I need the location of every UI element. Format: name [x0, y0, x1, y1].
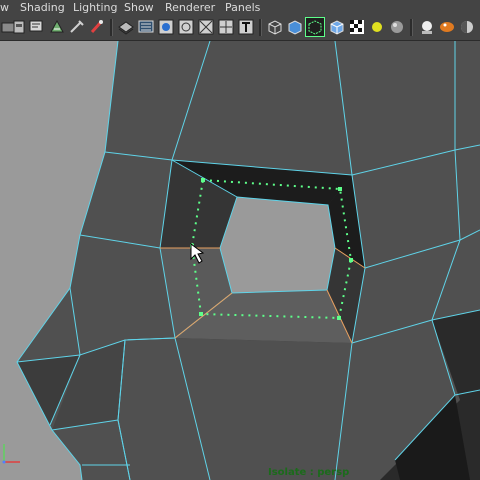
- menu-panels[interactable]: Panels: [225, 0, 260, 15]
- viewport-toolbar: [0, 15, 480, 41]
- isolate-status-label: Isolate : persp: [268, 467, 350, 478]
- textured-icon[interactable]: [266, 18, 284, 36]
- xray-icon[interactable]: [368, 18, 386, 36]
- eye-hole: [220, 197, 335, 293]
- gate-mask-icon[interactable]: [157, 18, 175, 36]
- wireframe-on-shaded-icon[interactable]: [237, 18, 255, 36]
- menu-shading[interactable]: Shading: [20, 0, 65, 15]
- camera-attributes-icon[interactable]: [28, 18, 46, 36]
- film-gate-icon[interactable]: [117, 18, 135, 36]
- shadows-icon[interactable]: [305, 17, 325, 37]
- view-axis-indicator: [0, 436, 24, 466]
- 3d-viewport[interactable]: [0, 40, 480, 480]
- camera-lock-icon[interactable]: [10, 18, 28, 36]
- bookmark-icon[interactable]: [48, 18, 66, 36]
- menu-view[interactable]: w: [0, 0, 9, 15]
- lights-icon[interactable]: [286, 18, 304, 36]
- smooth-shade-icon[interactable]: [217, 18, 235, 36]
- isolate-select-icon[interactable]: [348, 18, 366, 36]
- resolution-gate-icon[interactable]: [137, 18, 155, 36]
- default-material-icon[interactable]: [388, 18, 406, 36]
- menu-show[interactable]: Show: [124, 0, 154, 15]
- image-plane-icon[interactable]: [68, 18, 86, 36]
- safe-title-icon[interactable]: [177, 18, 195, 36]
- toolbar-separator: [410, 19, 413, 36]
- toolbar-separator: [110, 19, 113, 36]
- hardware-texturing-icon[interactable]: [418, 18, 436, 36]
- menu-renderer[interactable]: Renderer: [165, 0, 215, 15]
- toolbar-separator: [259, 19, 262, 36]
- hardware-fog-icon[interactable]: [438, 18, 456, 36]
- stereo-icon[interactable]: [458, 18, 476, 36]
- grid-icon[interactable]: [88, 18, 106, 36]
- viewport-menu-bar: w Shading Lighting Show Renderer Panels: [0, 0, 480, 15]
- wireframe-icon[interactable]: [197, 18, 215, 36]
- menu-lighting[interactable]: Lighting: [73, 0, 117, 15]
- high-quality-icon[interactable]: [328, 18, 346, 36]
